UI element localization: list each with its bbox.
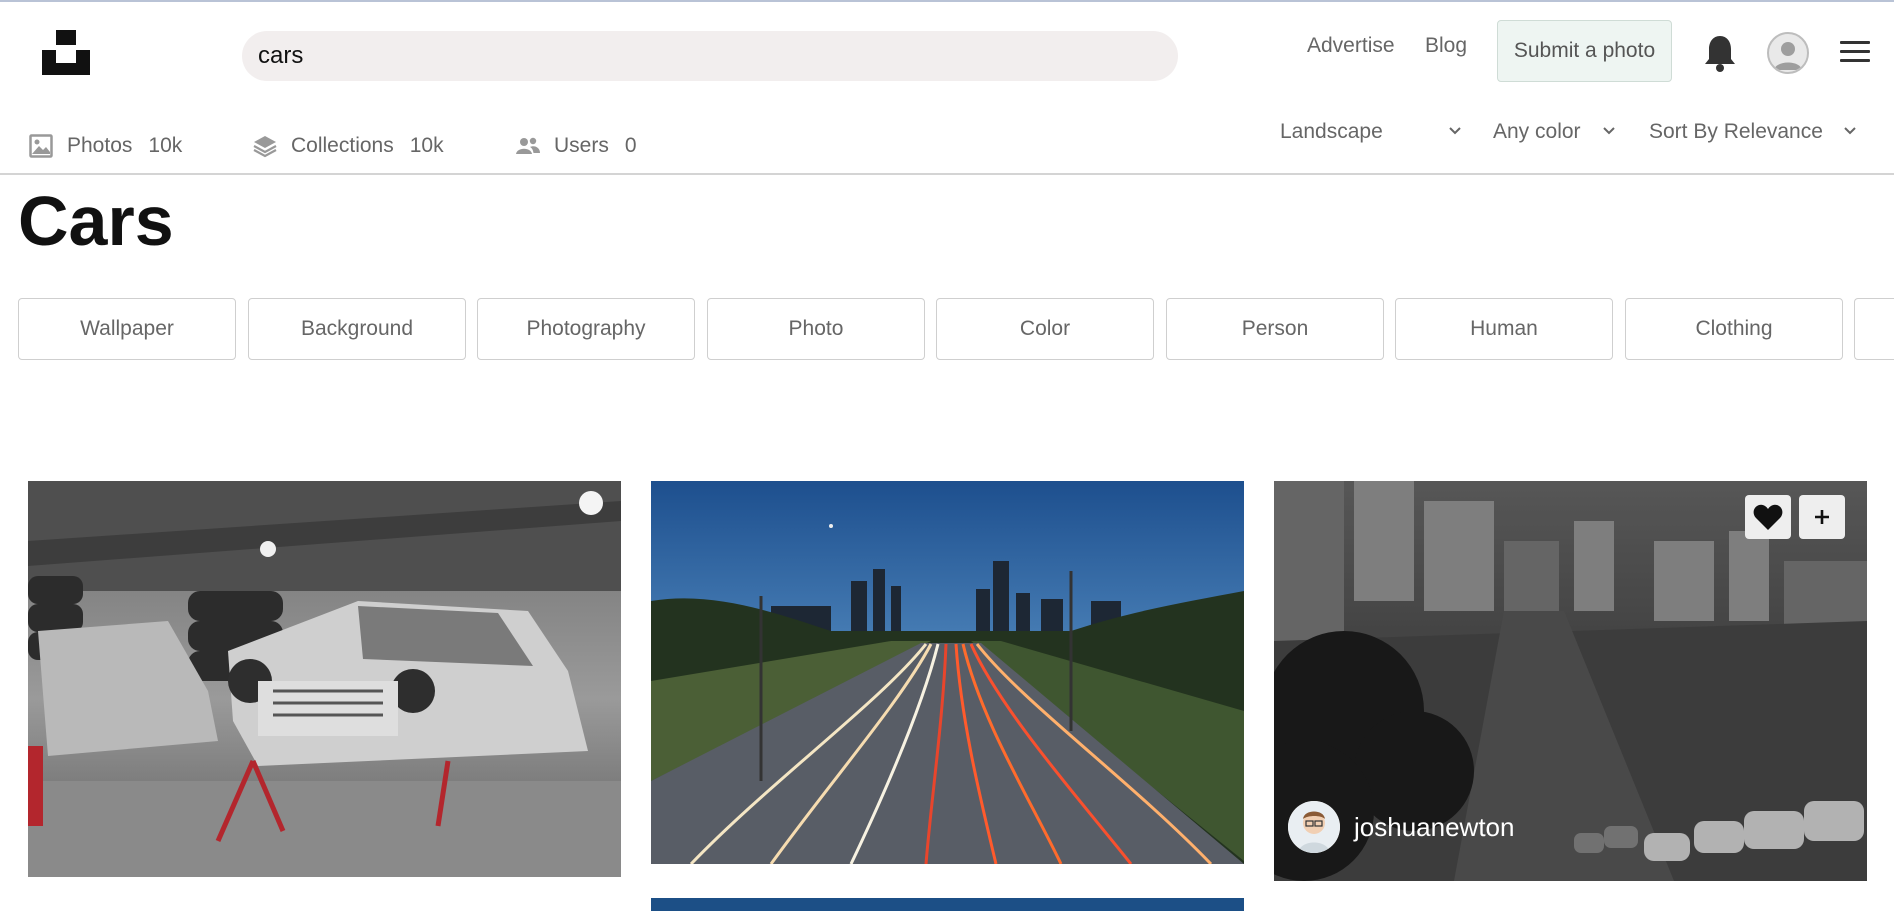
tag-chip[interactable]: Person	[1166, 298, 1384, 360]
user-avatar-icon[interactable]	[1767, 32, 1809, 74]
photo-card-partial[interactable]	[651, 898, 1244, 911]
window-top-border	[0, 0, 1894, 2]
tab-collections-label: Collections	[291, 134, 394, 157]
header-divider	[0, 173, 1894, 175]
orientation-filter[interactable]: Landscape	[1280, 116, 1464, 148]
tab-users-label: Users	[554, 134, 609, 157]
chevron-down-icon	[1844, 127, 1856, 135]
orientation-filter-label: Landscape	[1280, 120, 1383, 143]
tag-chip[interactable]: Clothing	[1625, 298, 1843, 360]
sort-filter-label: Sort By Relevance	[1649, 120, 1823, 143]
tag-chip[interactable]: Photography	[477, 298, 695, 360]
photo-card[interactable]	[28, 481, 621, 877]
author-avatar	[1288, 801, 1340, 853]
add-to-collection-button[interactable]	[1799, 495, 1845, 539]
like-button[interactable]	[1745, 495, 1791, 539]
advertise-link[interactable]: Advertise	[1307, 34, 1395, 58]
color-filter-label: Any color	[1493, 120, 1581, 143]
photo-card[interactable]: joshuanewton	[1274, 481, 1867, 881]
sort-filter[interactable]: Sort By Relevance	[1649, 116, 1859, 148]
tab-photos-label: Photos	[67, 134, 133, 157]
heart-icon	[1753, 504, 1783, 530]
photo-actions	[1745, 495, 1845, 539]
chevron-down-icon	[1603, 127, 1615, 135]
author-name: joshuanewton	[1354, 811, 1515, 842]
tab-collections-count: 10k	[409, 134, 444, 157]
photo-card[interactable]	[651, 481, 1244, 864]
search-bar[interactable]	[242, 31, 1178, 81]
page-title: Cars	[18, 182, 174, 260]
users-icon	[516, 137, 540, 154]
plus-icon	[1815, 510, 1829, 524]
image-icon	[29, 134, 53, 158]
tag-chip[interactable]: Wallpaper	[18, 298, 236, 360]
tag-chip[interactable]: Background	[248, 298, 466, 360]
layers-icon	[253, 136, 277, 158]
search-input[interactable]	[258, 31, 1158, 81]
photo-author[interactable]: joshuanewton	[1288, 801, 1514, 853]
tag-chip[interactable]: Human	[1395, 298, 1613, 360]
color-filter[interactable]: Any color	[1493, 116, 1619, 148]
tab-photos-count: 10k	[148, 134, 183, 157]
unsplash-logo-icon[interactable]	[42, 30, 90, 75]
blog-link[interactable]: Blog	[1425, 34, 1467, 58]
tag-chip[interactable]: Photo	[707, 298, 925, 360]
submit-photo-button[interactable]: Submit a photo	[1497, 20, 1672, 82]
tab-collections[interactable]: Collections 10k	[253, 130, 444, 162]
photo-image	[651, 481, 1244, 864]
tab-photos[interactable]: Photos 10k	[29, 130, 182, 162]
tab-users-count: 0	[624, 134, 637, 157]
chevron-down-icon	[1449, 127, 1461, 135]
bell-icon[interactable]	[1702, 33, 1738, 73]
hamburger-menu-icon[interactable]	[1840, 41, 1870, 65]
tab-users[interactable]: Users 0	[516, 130, 637, 162]
tag-chip[interactable]: Color	[936, 298, 1154, 360]
tag-chip-partial[interactable]	[1854, 298, 1894, 360]
photo-image	[28, 481, 621, 877]
